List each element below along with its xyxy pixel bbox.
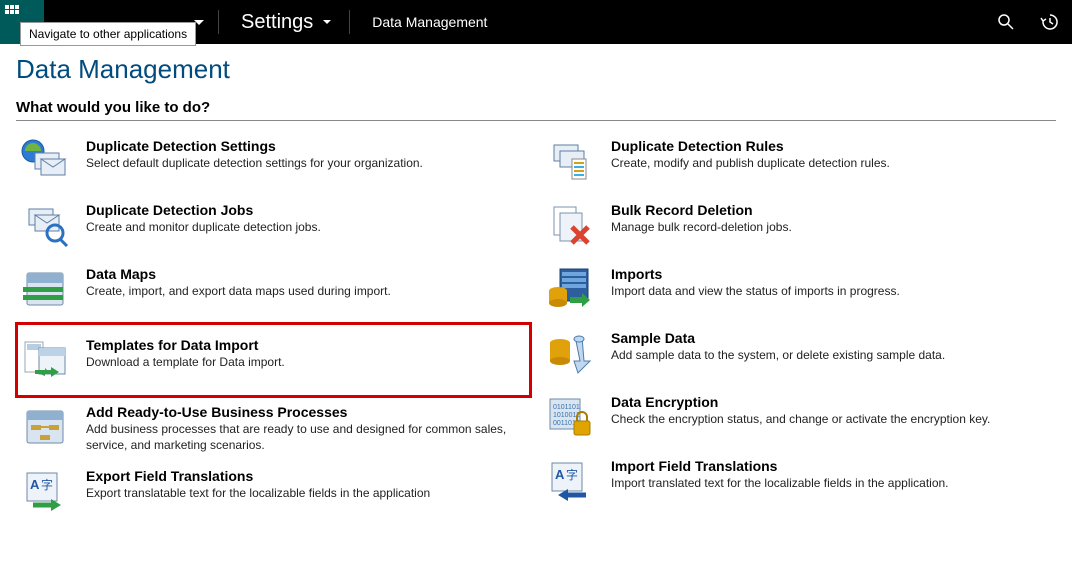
- item-title: Duplicate Detection Rules: [611, 138, 1054, 154]
- item-desc: Create and monitor duplicate detection j…: [86, 220, 529, 236]
- item-desc: Check the encryption status, and change …: [611, 412, 1054, 428]
- recent-button[interactable]: [1028, 0, 1072, 44]
- nav-separator: [349, 10, 350, 34]
- action-imports[interactable]: Imports Import data and view the status …: [541, 259, 1056, 323]
- sample-data-icon: [543, 330, 597, 376]
- item-title: Imports: [611, 266, 1054, 282]
- action-export-field-translations[interactable]: A 字 Export Field Translations Export tra…: [16, 461, 531, 525]
- data-encryption-icon: 0101101 1010011 0011010: [543, 394, 597, 440]
- history-icon: [1040, 12, 1060, 32]
- item-title: Import Field Translations: [611, 458, 1054, 474]
- action-duplicate-detection-jobs[interactable]: Duplicate Detection Jobs Create and moni…: [16, 195, 531, 259]
- data-maps-icon: [18, 266, 72, 312]
- nav-settings-label: Settings: [241, 11, 313, 34]
- item-title: Export Field Translations: [86, 468, 529, 484]
- actions-grid: Duplicate Detection Settings Select defa…: [16, 131, 1056, 525]
- item-title: Data Maps: [86, 266, 529, 282]
- page-body: Data Management What would you like to d…: [0, 44, 1072, 525]
- item-desc: Select default duplicate detection setti…: [86, 156, 529, 172]
- search-icon: [997, 13, 1015, 31]
- action-data-maps[interactable]: Data Maps Create, import, and export dat…: [16, 259, 531, 323]
- item-title: Duplicate Detection Jobs: [86, 202, 529, 218]
- item-title: Sample Data: [611, 330, 1054, 346]
- svg-text:1010011: 1010011: [553, 412, 580, 419]
- item-desc: Import data and view the status of impor…: [611, 284, 1054, 300]
- item-desc: Create, modify and publish duplicate det…: [611, 156, 1054, 172]
- item-desc: Export translatable text for the localiz…: [86, 486, 529, 502]
- svg-text:A: A: [30, 477, 40, 492]
- duplicate-settings-icon: [18, 138, 72, 184]
- item-desc: Add sample data to the system, or delete…: [611, 348, 1054, 364]
- item-desc: Download a template for Data import.: [86, 355, 529, 371]
- action-bulk-record-deletion[interactable]: Bulk Record Deletion Manage bulk record-…: [541, 195, 1056, 259]
- action-add-business-processes[interactable]: Add Ready-to-Use Business Processes Add …: [16, 397, 531, 461]
- svg-text:0101101: 0101101: [553, 404, 580, 411]
- action-data-encryption[interactable]: 0101101 1010011 0011010 Data Encryption …: [541, 387, 1056, 451]
- search-button[interactable]: [984, 0, 1028, 44]
- nav-separator: [218, 10, 219, 34]
- business-processes-icon: [18, 404, 72, 450]
- nav-breadcrumb[interactable]: Data Management: [354, 14, 505, 30]
- action-duplicate-detection-settings[interactable]: Duplicate Detection Settings Select defa…: [16, 131, 531, 195]
- duplicate-rules-icon: [543, 138, 597, 184]
- action-templates-for-data-import[interactable]: Templates for Data Import Download a tem…: [16, 323, 531, 397]
- action-import-field-translations[interactable]: A 字 Import Field Translations Import tra…: [541, 451, 1056, 515]
- page-title: Data Management: [16, 54, 1056, 85]
- item-title: Add Ready-to-Use Business Processes: [86, 404, 529, 420]
- item-desc: Create, import, and export data maps use…: [86, 284, 529, 300]
- action-duplicate-detection-rules[interactable]: Duplicate Detection Rules Create, modify…: [541, 131, 1056, 195]
- actions-left-column: Duplicate Detection Settings Select defa…: [16, 131, 531, 525]
- chevron-down-icon: [323, 20, 331, 24]
- item-desc: Add business processes that are ready to…: [86, 422, 529, 453]
- item-desc: Manage bulk record-deletion jobs.: [611, 220, 1054, 236]
- templates-import-icon: [18, 337, 72, 383]
- item-title: Bulk Record Deletion: [611, 202, 1054, 218]
- imports-icon: [543, 266, 597, 312]
- page-prompt: What would you like to do?: [16, 99, 1056, 121]
- nav-settings-dropdown[interactable]: Settings: [223, 0, 345, 44]
- item-title: Data Encryption: [611, 394, 1054, 410]
- svg-text:A: A: [555, 467, 565, 482]
- item-desc: Import translated text for the localizab…: [611, 476, 1054, 492]
- action-sample-data[interactable]: Sample Data Add sample data to the syste…: [541, 323, 1056, 387]
- svg-text:字: 字: [566, 467, 578, 482]
- actions-right-column: Duplicate Detection Rules Create, modify…: [541, 131, 1056, 525]
- duplicate-jobs-icon: [18, 202, 72, 248]
- svg-text:字: 字: [41, 477, 53, 492]
- app-launcher-tooltip: Navigate to other applications: [20, 22, 196, 46]
- export-translations-icon: A 字: [18, 468, 72, 514]
- bulk-delete-icon: [543, 202, 597, 248]
- import-translations-icon: A 字: [543, 458, 597, 504]
- item-title: Duplicate Detection Settings: [86, 138, 529, 154]
- topbar: Navigate to other applications Settings …: [0, 0, 1072, 44]
- item-title: Templates for Data Import: [86, 337, 529, 353]
